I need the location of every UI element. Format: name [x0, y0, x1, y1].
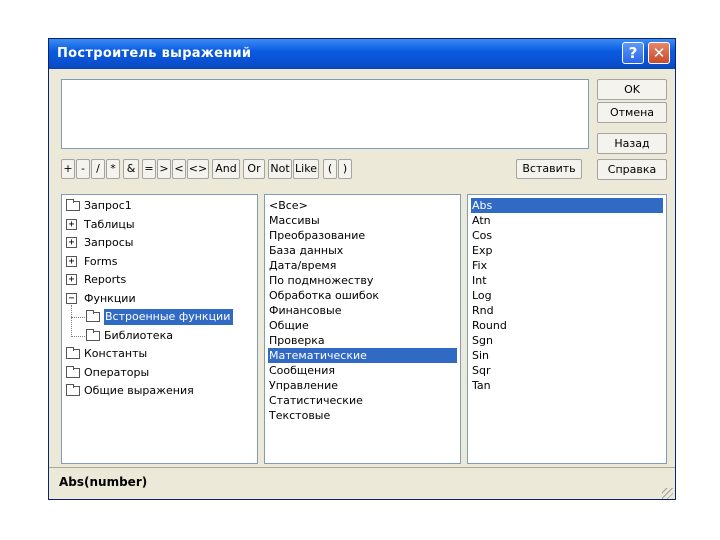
- function-item[interactable]: Round: [471, 318, 663, 333]
- folder-icon: [66, 384, 80, 396]
- operator-button[interactable]: (: [323, 159, 337, 179]
- help-button[interactable]: Справка: [597, 159, 667, 180]
- syntax-text: Abs(number): [59, 475, 148, 489]
- tree-item-label: Библиотека: [104, 328, 173, 342]
- operator-button[interactable]: /: [91, 159, 105, 179]
- function-item[interactable]: Tan: [471, 378, 663, 393]
- function-item[interactable]: Exp: [471, 243, 663, 258]
- tree-item-label: Reports: [84, 273, 127, 286]
- operator-button[interactable]: Not: [268, 159, 292, 179]
- tree-connector: [71, 335, 85, 337]
- status-bar: Abs(number): [49, 467, 675, 501]
- category-list[interactable]: <Все> Массивы Преобразование База данных Дат…: [264, 194, 461, 464]
- category-item[interactable]: Математические: [268, 348, 457, 363]
- tree-connector: [71, 304, 72, 337]
- category-item[interactable]: Общие: [268, 318, 457, 333]
- tree-connector: [71, 317, 85, 318]
- tree-item[interactable]: Операторы: [62, 365, 257, 381]
- window-title: Построитель выражений: [57, 46, 252, 61]
- function-item[interactable]: Log: [471, 288, 663, 303]
- tree-item[interactable]: Константы: [62, 346, 257, 362]
- close-icon[interactable]: ✕: [648, 42, 670, 64]
- ok-button[interactable]: OK: [597, 79, 667, 100]
- operator-button[interactable]: &: [123, 159, 139, 179]
- tree-item[interactable]: + Таблицы: [62, 217, 257, 233]
- object-tree[interactable]: Запрос1 + Таблицы + Запросы + Forms + Reports − Фу…: [61, 194, 258, 464]
- tree-item[interactable]: + Forms: [62, 254, 257, 270]
- tree-item-label: Встроенные функции: [104, 309, 234, 325]
- expand-icon[interactable]: +: [66, 255, 77, 267]
- tree-item[interactable]: − Функции: [62, 291, 257, 307]
- function-list[interactable]: Abs Atn Cos Exp Fix Int Log Rnd Round Sgn Sin Sqr Ta…: [467, 194, 667, 464]
- tree-item[interactable]: Общие выражения: [62, 383, 257, 399]
- function-item[interactable]: Atn: [471, 213, 663, 228]
- function-item[interactable]: Sgn: [471, 333, 663, 348]
- title-bar[interactable]: Построитель выражений ? ✕: [49, 39, 675, 69]
- back-button[interactable]: Назад: [597, 133, 667, 154]
- operator-button[interactable]: And: [212, 159, 240, 179]
- expand-icon[interactable]: +: [66, 237, 77, 248]
- tree-item[interactable]: Встроенные функции: [62, 309, 257, 325]
- category-item[interactable]: Сообщения: [268, 363, 457, 378]
- insert-button[interactable]: Вставить: [516, 159, 582, 179]
- tree-item[interactable]: Библиотека: [62, 328, 257, 344]
- operator-button[interactable]: >: [157, 159, 171, 179]
- tree-item[interactable]: Запрос1: [62, 198, 257, 214]
- category-item[interactable]: База данных: [268, 243, 457, 258]
- category-item[interactable]: Проверка: [268, 333, 457, 348]
- tree-item-label: Таблицы: [84, 217, 135, 231]
- tree-item-label: Константы: [84, 347, 148, 360]
- folder-icon: [66, 199, 80, 211]
- category-item[interactable]: Преобразование: [268, 228, 457, 243]
- category-item[interactable]: Финансовые: [268, 303, 457, 318]
- category-item[interactable]: Текстовые: [268, 408, 457, 423]
- category-item[interactable]: Управление: [268, 378, 457, 393]
- category-item[interactable]: Обработка ошибок: [268, 288, 457, 303]
- resize-grip-icon[interactable]: [662, 488, 673, 499]
- category-item[interactable]: Статистические: [268, 393, 457, 408]
- tree-item-label: Запрос1: [84, 199, 132, 212]
- help-icon[interactable]: ?: [622, 42, 644, 64]
- category-item[interactable]: Массивы: [268, 213, 457, 228]
- folder-icon: [66, 365, 80, 378]
- tree-item[interactable]: + Reports: [62, 272, 257, 288]
- tree-item-label: Запросы: [84, 236, 134, 249]
- operator-button[interactable]: Or: [243, 159, 265, 179]
- category-item[interactable]: По подмножеству: [268, 273, 457, 288]
- tree-item-label: Общие выражения: [84, 384, 194, 397]
- operator-button[interactable]: -: [76, 159, 90, 179]
- folder-icon: [66, 347, 80, 359]
- function-item[interactable]: Rnd: [471, 303, 663, 318]
- category-item[interactable]: Дата/время: [268, 258, 457, 273]
- function-item[interactable]: Int: [471, 273, 663, 288]
- operator-button[interactable]: +: [61, 159, 75, 179]
- collapse-icon[interactable]: −: [66, 292, 77, 304]
- tree-item-label: Операторы: [84, 365, 150, 379]
- expand-icon[interactable]: +: [66, 274, 77, 285]
- operator-button[interactable]: <>: [187, 159, 209, 179]
- function-item[interactable]: Sin: [471, 348, 663, 363]
- folder-icon: [86, 328, 100, 341]
- category-item[interactable]: <Все>: [268, 198, 457, 213]
- operator-button[interactable]: =: [142, 159, 156, 179]
- function-item[interactable]: Sqr: [471, 363, 663, 378]
- tree-item-label: Forms: [84, 254, 118, 268]
- tree-item-label: Функции: [84, 291, 136, 305]
- tree-item[interactable]: + Запросы: [62, 235, 257, 251]
- expression-input[interactable]: [61, 79, 589, 149]
- folder-open-icon: [86, 310, 100, 322]
- operator-button[interactable]: Like: [293, 159, 319, 179]
- cancel-button[interactable]: Отмена: [597, 102, 667, 123]
- operator-button[interactable]: *: [106, 159, 120, 179]
- function-item[interactable]: Abs: [471, 198, 663, 213]
- operator-button[interactable]: <: [172, 159, 186, 179]
- expand-icon[interactable]: +: [66, 218, 77, 230]
- expression-builder-window: Построитель выражений ? ✕ OK Отмена Наза…: [48, 38, 676, 500]
- function-item[interactable]: Cos: [471, 228, 663, 243]
- operator-button[interactable]: ): [338, 159, 352, 179]
- function-item[interactable]: Fix: [471, 258, 663, 273]
